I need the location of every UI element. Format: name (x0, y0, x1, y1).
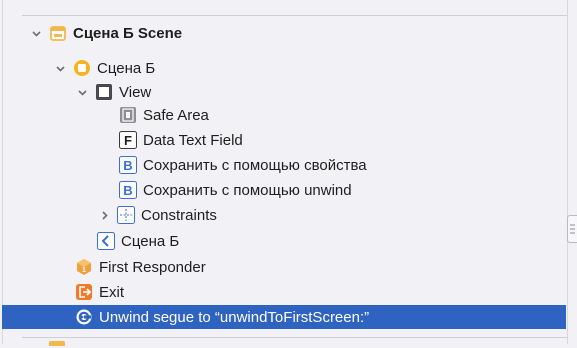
divider-bottom (22, 337, 567, 338)
outline-row-constraints[interactable]: Constraints (2, 203, 566, 227)
button-icon: B (119, 156, 137, 174)
outline-row-label: View (119, 83, 152, 101)
outline-row-first-responder[interactable]: 1 First Responder (2, 255, 566, 279)
storyboard-scene-icon (49, 24, 67, 42)
svg-text:B: B (123, 158, 132, 173)
outline-row-safe-area[interactable]: Safe Area (2, 103, 566, 127)
back-chevron-icon (97, 232, 115, 250)
divider-top (22, 15, 567, 16)
split-view-resize-handle[interactable] (567, 215, 577, 243)
first-responder-icon: 1 (75, 258, 93, 276)
constraints-icon (117, 206, 135, 224)
chevron-right-icon[interactable] (97, 208, 111, 222)
text-field-icon: F (119, 131, 137, 149)
chevron-down-icon[interactable] (53, 61, 67, 75)
chevron-down-icon[interactable] (29, 26, 43, 40)
outline-row-label: Exit (99, 283, 125, 301)
safe-area-icon (119, 106, 137, 124)
outline-row-label: Сцена Б Scene (73, 24, 183, 42)
unwind-segue-icon (75, 308, 93, 326)
outline-row-scene[interactable]: Сцена Б Scene (2, 21, 566, 45)
outline-row-button[interactable]: B Сохранить с помощью unwind (2, 178, 566, 202)
outline-row-label: Сохранить с помощью unwind (143, 181, 352, 199)
resize-grip-icon (570, 224, 575, 234)
outline-row-navigation-item[interactable]: Сцена Б (2, 229, 566, 253)
chevron-down-icon[interactable] (75, 85, 89, 99)
outline-row-label: Safe Area (143, 106, 209, 124)
outline-row-view-controller[interactable]: Сцена Б (2, 56, 566, 80)
outline-row-label: Сохранить с помощью свойства (143, 156, 367, 174)
svg-text:F: F (124, 133, 132, 148)
exit-icon (75, 283, 93, 301)
outline-row-label: Constraints (141, 206, 217, 224)
outline-row-view[interactable]: View (2, 80, 566, 104)
button-icon: B (119, 181, 137, 199)
outline-row-unwind-segue[interactable]: Unwind segue to “unwindToFirstScreen:” (2, 305, 566, 329)
outline-row-button[interactable]: B Сохранить с помощью свойства (2, 153, 566, 177)
outline-row-label: Сцена Б (121, 232, 180, 250)
outline-row-label: Сцена Б (97, 59, 156, 77)
view-controller-icon (73, 59, 91, 77)
svg-text:1: 1 (82, 267, 86, 274)
outline-row-exit[interactable]: Exit (2, 280, 566, 304)
outline-row-text-field[interactable]: F Data Text Field (2, 128, 566, 152)
svg-text:B: B (123, 183, 132, 198)
view-icon (95, 83, 113, 101)
outline-row-label: Unwind segue to “unwindToFirstScreen:” (99, 308, 370, 326)
outline-row-label: Data Text Field (143, 131, 243, 149)
outline-row-label: First Responder (99, 258, 206, 276)
storyboard-scene-icon (49, 341, 65, 346)
